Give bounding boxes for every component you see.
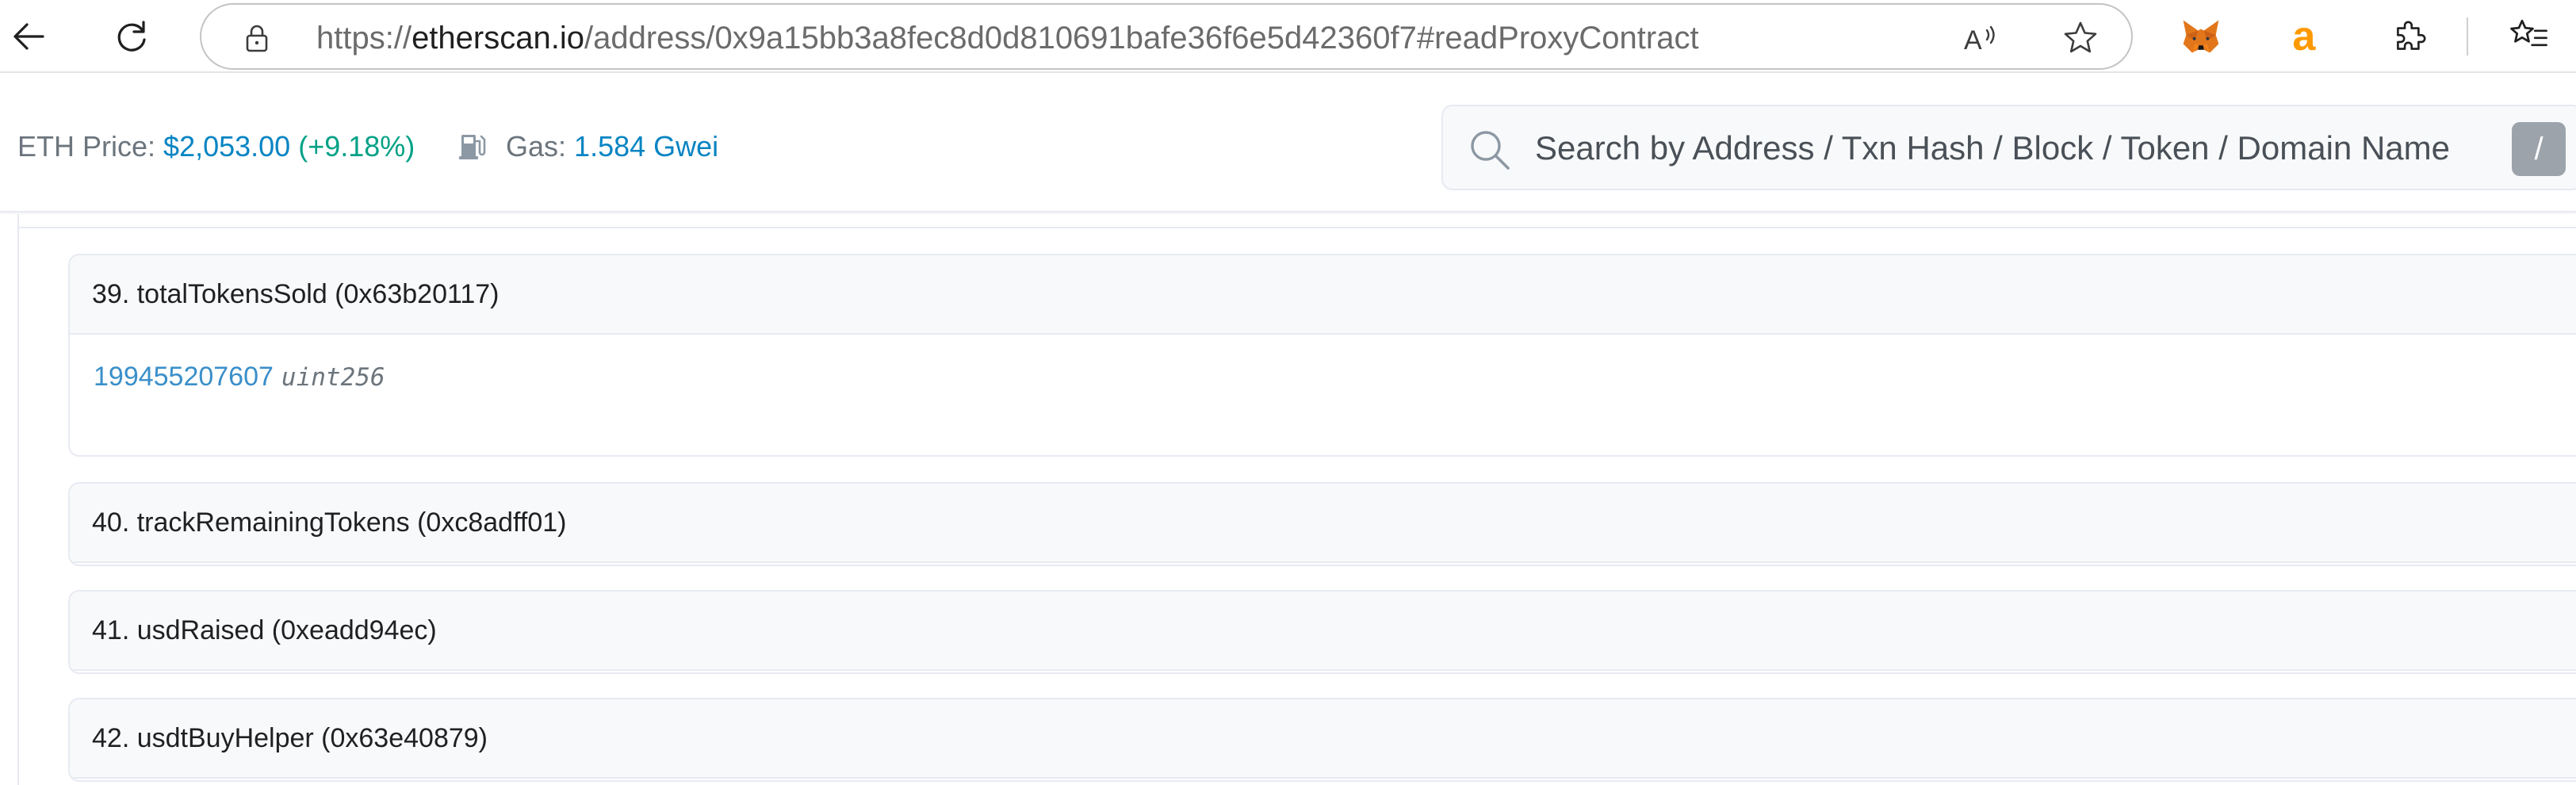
- read-proxy-contract-panel: 39. totalTokensSold (0x63b20117) 1994552…: [0, 214, 2576, 785]
- refresh-icon: [117, 21, 146, 52]
- extensions-button[interactable]: [2387, 13, 2434, 60]
- search-shortcut-key: /: [2512, 122, 2566, 176]
- gas-price: Gas: 1.584 Gwei: [506, 130, 718, 163]
- function-header[interactable]: 40. trackRemainingTokens (0xc8adff01): [70, 484, 2576, 563]
- amazon-icon: a: [2292, 14, 2316, 59]
- result-value[interactable]: 199455207607: [94, 362, 274, 392]
- url-prefix: https://: [316, 21, 412, 56]
- panel-left-border: [17, 214, 19, 785]
- search-box: [1441, 105, 2576, 190]
- function-card-usdtBuyHelper: 42. usdtBuyHelper (0x63e40879): [68, 698, 2576, 782]
- amazon-extension-button[interactable]: a: [2283, 13, 2331, 60]
- lock-icon[interactable]: [241, 22, 273, 54]
- function-result: 199455207607 uint256: [70, 335, 2576, 392]
- eth-price-change: (+9.18%): [298, 130, 415, 163]
- previous-card-bottom: [19, 214, 2576, 228]
- back-icon: [13, 23, 44, 50]
- favorites-icon: [2510, 19, 2547, 47]
- metamask-extension-button[interactable]: [2177, 13, 2225, 60]
- toolbar-divider: [2467, 17, 2468, 56]
- address-bar[interactable]: https://etherscan.io/address/0x9a15bb3a8…: [200, 3, 2133, 70]
- search-input[interactable]: [1535, 124, 2486, 173]
- url-text[interactable]: https://etherscan.io/address/0x9a15bb3a8…: [316, 19, 1699, 57]
- eth-price-label: ETH Price:: [17, 130, 156, 163]
- favorites-button[interactable]: [2505, 13, 2553, 60]
- url-host: etherscan.io: [411, 21, 584, 56]
- result-type: uint256: [281, 363, 385, 392]
- refresh-button[interactable]: [106, 11, 157, 62]
- function-card-usdRaised: 41. usdRaised (0xeadd94ec): [68, 590, 2576, 674]
- metamask-icon: [2183, 20, 2219, 53]
- back-button[interactable]: [3, 11, 54, 62]
- favorite-star-icon[interactable]: [2061, 19, 2099, 57]
- eth-price-value[interactable]: $2,053.00: [163, 130, 290, 163]
- eth-price: ETH Price: $2,053.00 (+9.18%): [17, 130, 415, 163]
- function-header[interactable]: 41. usdRaised (0xeadd94ec): [70, 592, 2576, 671]
- extensions-icon: [2397, 21, 2426, 50]
- function-header[interactable]: 39. totalTokensSold (0x63b20117): [70, 255, 2576, 335]
- svg-text:a: a: [2292, 14, 2316, 59]
- svg-text:A: A: [1964, 25, 1982, 56]
- read-aloud-icon[interactable]: A: [1962, 19, 2000, 57]
- gas-label: Gas:: [506, 130, 567, 163]
- site-header: ETH Price: $2,053.00 (+9.18%) Gas: 1.584…: [0, 75, 2576, 213]
- gas-pump-icon: [459, 135, 486, 159]
- function-card-trackRemainingTokens: 40. trackRemainingTokens (0xc8adff01): [68, 482, 2576, 566]
- browser-toolbar: https://etherscan.io/address/0x9a15bb3a8…: [0, 0, 2576, 73]
- url-path: /address/0x9a15bb3a8fec8d0d810691bafe36f…: [584, 21, 1699, 56]
- gas-value[interactable]: 1.584 Gwei: [574, 130, 718, 163]
- search-icon: [1471, 131, 1510, 170]
- function-card-totalTokensSold: 39. totalTokensSold (0x63b20117) 1994552…: [68, 254, 2576, 457]
- function-header[interactable]: 42. usdtBuyHelper (0x63e40879): [70, 699, 2576, 779]
